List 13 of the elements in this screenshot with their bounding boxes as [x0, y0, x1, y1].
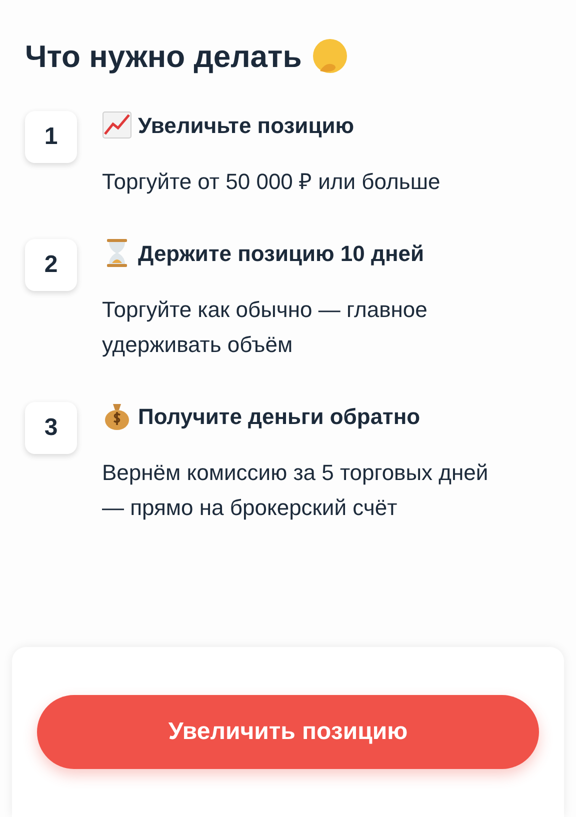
money-bag-icon: [102, 401, 132, 431]
step-heading: Получите деньги обратно: [138, 402, 420, 431]
step-description: Торгуйте от 50 000 ₽ или больше: [102, 168, 440, 196]
step-number: 1: [25, 110, 77, 162]
step-description: Вернём комиссию за 5 торговых дней — прямо на брокерский счёт: [102, 458, 490, 522]
increase-position-button[interactable]: Увеличить позицию: [37, 695, 539, 769]
step-number: 3: [25, 402, 77, 454]
step-description: Торгуйте как обычно — главное удерживать объём: [102, 296, 428, 359]
step-heading: Держите позицию 10 дней: [138, 240, 424, 268]
chart-icon: [102, 110, 132, 140]
step-number: 2: [25, 238, 77, 290]
section-title: Что нужно делать: [25, 38, 302, 76]
step-heading: Увеличьте позицию: [138, 112, 354, 140]
